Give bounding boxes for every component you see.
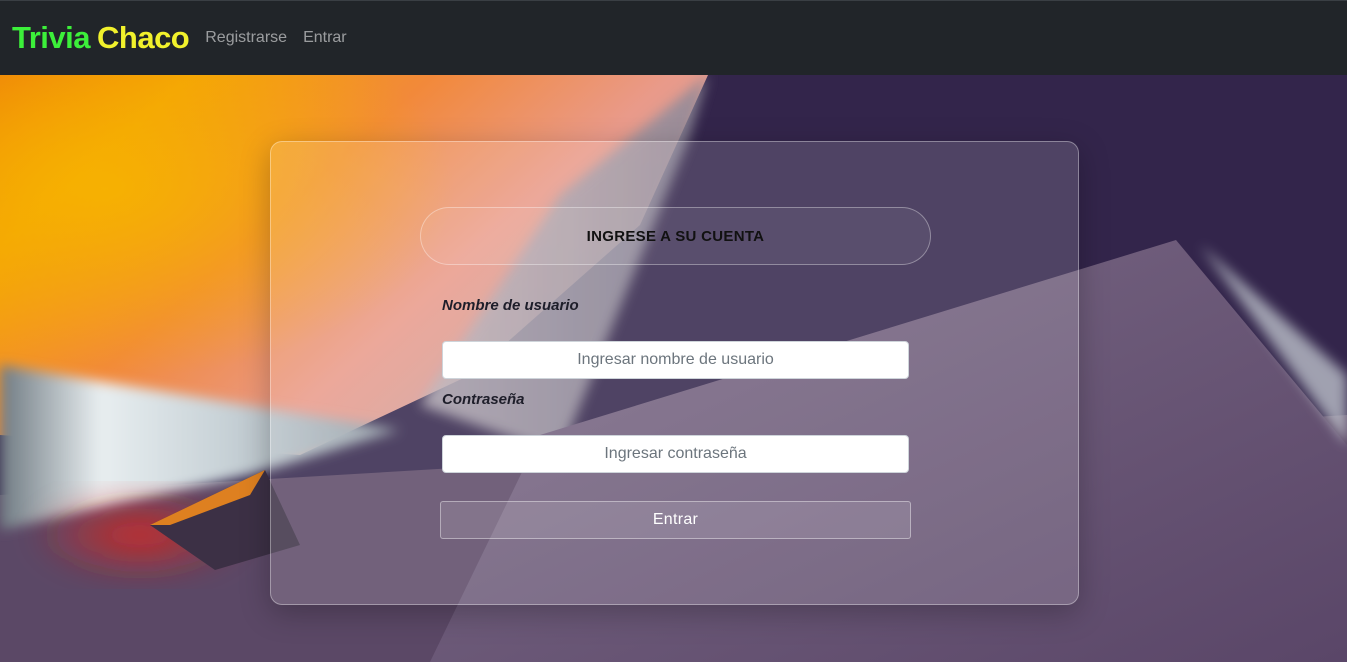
login-card: INGRESE A SU CUENTA Nombre de usuario Co… [270,141,1079,605]
login-title: INGRESE A SU CUENTA [586,227,765,245]
top-navbar: Trivia Chaco Registrarse Entrar [0,0,1347,75]
brand-logo[interactable]: Trivia Chaco [12,20,190,56]
username-input[interactable] [442,341,909,379]
brand-text-trivia: Trivia [12,20,91,55]
password-label: Contraseña [442,391,525,408]
login-page: Trivia Chaco Registrarse Entrar INGRESE … [0,0,1347,662]
brand-text-chaco: Chaco [97,20,190,55]
nav-links: Registrarse Entrar [205,29,346,47]
password-input[interactable] [442,435,909,473]
login-card-header: INGRESE A SU CUENTA [420,207,931,265]
username-label: Nombre de usuario [442,297,579,314]
nav-link-entrar[interactable]: Entrar [303,29,347,47]
nav-link-registrarse[interactable]: Registrarse [205,29,287,47]
login-submit-button[interactable]: Entrar [440,501,911,539]
